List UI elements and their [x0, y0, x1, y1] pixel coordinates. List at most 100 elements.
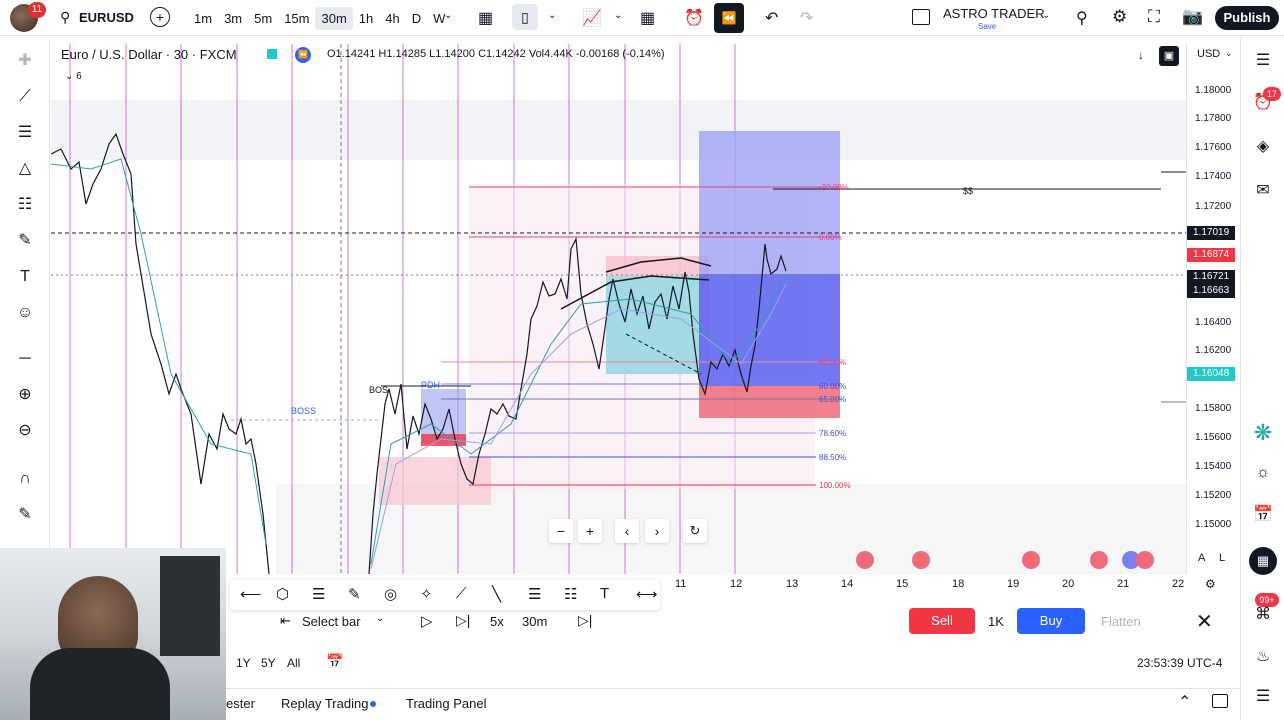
highlighter-icon[interactable]: ✎ — [348, 585, 361, 603]
interval-D[interactable]: D — [406, 11, 427, 26]
search-icon[interactable]: ⚲ — [60, 9, 70, 26]
quick-search-icon[interactable]: ⚲ — [1076, 8, 1088, 28]
interval-dropdown-icon[interactable]: ⌄ — [444, 10, 452, 21]
zoom-in-button[interactable]: + — [578, 519, 602, 543]
select-bar-icon[interactable]: ⇤ — [280, 613, 291, 629]
layout-dropdown-icon[interactable]: ⌄ — [1042, 10, 1050, 21]
interval-5m[interactable]: 5m — [248, 11, 278, 26]
chart-canvas[interactable]: BOSS BOS PDH $$ -20.00% 0.00% 50.00% 60.… — [51, 44, 1186, 574]
maximize-icon[interactable]: ▣ — [1159, 46, 1179, 66]
ruler-icon[interactable]: ─ — [13, 347, 37, 371]
select-bar-dropdown-icon[interactable]: ⌄ — [376, 613, 384, 624]
templates-icon[interactable]: ▦ — [640, 8, 655, 28]
jump-to-realtime-icon[interactable]: ▷| — [578, 612, 592, 629]
interval-3m[interactable]: 3m — [218, 11, 248, 26]
help-icon[interactable]: ☰ — [1251, 685, 1275, 709]
interval-1m[interactable]: 1m — [188, 11, 218, 26]
ideas-icon[interactable]: ☼ — [1251, 461, 1275, 485]
layout-icon[interactable] — [912, 9, 930, 25]
zoom-out-icon[interactable]: ⊖ — [13, 419, 37, 443]
chart-type-dropdown-icon[interactable]: ⌄ — [548, 10, 556, 21]
replay-icon[interactable]: ⏪ — [714, 3, 744, 33]
interval-15m[interactable]: 15m — [278, 11, 315, 26]
node-tool-icon[interactable]: ✧ — [420, 585, 433, 603]
fib-tool-icon[interactable]: ☰ — [528, 585, 541, 603]
watchlist-icon[interactable]: ☰ — [1251, 49, 1275, 73]
indicators-toggle[interactable]: ⌄ 6 — [65, 71, 82, 82]
candles-icon[interactable]: ▯ — [512, 4, 538, 30]
channel-tool-icon[interactable]: ☰ — [312, 585, 325, 603]
select-bar-button[interactable]: Select bar — [302, 614, 361, 629]
signal-icon[interactable]: ⌘ — [1251, 603, 1275, 627]
currency-label[interactable]: USD — [1197, 48, 1220, 60]
tab-strategy-tester[interactable]: ester — [226, 696, 255, 711]
magnet-icon[interactable]: ∩ — [13, 467, 37, 491]
price-scale[interactable]: USD ⌄ 1.18000 1.17800 1.17600 1.17400 1.… — [1186, 44, 1240, 574]
range-1y[interactable]: 1Y — [236, 656, 251, 670]
publish-button[interactable]: Publish — [1215, 6, 1279, 30]
replay-interval[interactable]: 30m — [522, 614, 547, 629]
range-all[interactable]: All — [287, 656, 300, 670]
fib-retracement-icon[interactable]: ☰ — [13, 121, 37, 145]
chart-pane[interactable]: BOSS BOS PDH $$ -20.00% 0.00% 50.00% 60.… — [51, 44, 1186, 574]
tab-replay-trading[interactable]: Replay Trading — [281, 696, 368, 711]
layers-icon[interactable]: ◈ — [1251, 135, 1275, 159]
sell-button[interactable]: Sell — [909, 608, 975, 634]
apps-icon[interactable]: ▦ — [1249, 547, 1277, 575]
zoom-out-button[interactable]: − — [549, 519, 573, 543]
add-symbol-icon[interactable]: + — [150, 7, 170, 27]
interval-30m[interactable]: 30m — [315, 6, 353, 30]
zoom-in-icon[interactable]: ⊕ — [13, 383, 37, 407]
go-to-date-icon[interactable]: 📅 — [326, 653, 343, 670]
levels-tool-icon[interactable]: ☷ — [564, 585, 577, 603]
layout-name[interactable]: ASTRO TRADER — [943, 6, 1045, 21]
reset-chart-button[interactable]: ↻ — [683, 519, 707, 543]
bar-style-icon[interactable]: ▦ — [478, 8, 493, 28]
scroll-to-latest-icon[interactable]: ↓ — [1138, 48, 1144, 62]
fullscreen-icon[interactable]: ⛶ — [1148, 7, 1160, 27]
crosshair-icon[interactable]: ✚ — [13, 49, 37, 73]
trend-line-icon[interactable]: ⟋ — [13, 85, 37, 109]
log-scale-toggle[interactable]: L — [1219, 552, 1225, 564]
indicators-icon[interactable]: 📈 — [582, 8, 602, 28]
interval-1h[interactable]: 1h — [353, 11, 379, 26]
step-forward-icon[interactable]: ▷| — [456, 612, 470, 629]
stay-in-drawing-icon[interactable]: ✎ — [13, 503, 37, 527]
line-tool-icon[interactable]: ⟵ — [240, 585, 262, 603]
target-icon[interactable]: ◎ — [384, 585, 397, 603]
emoji-icon[interactable]: ☺ — [13, 301, 37, 325]
clock[interactable]: 23:53:39 UTC-4 — [1137, 656, 1222, 670]
quantity-field[interactable]: 1K — [988, 614, 1004, 629]
pen-tool-icon[interactable]: ╲ — [492, 585, 501, 603]
calendar-icon[interactable]: 📅 — [1251, 503, 1275, 527]
text-icon[interactable]: T — [13, 265, 37, 289]
shape-tool-icon[interactable]: ⬡ — [276, 585, 289, 603]
snapshot-icon[interactable]: 📷 — [1182, 7, 1203, 27]
time-scale-settings-icon[interactable]: ⚙ — [1205, 577, 1216, 591]
text-tool-icon[interactable]: T — [600, 585, 609, 602]
assistant-icon[interactable]: ❋ — [1247, 417, 1279, 449]
notifications-icon[interactable]: ♨ — [1251, 645, 1275, 669]
chart-legend-title[interactable]: Euro / U.S. Dollar · 30 · FXCM — [61, 47, 237, 62]
replay-speed[interactable]: 5x — [490, 614, 504, 629]
chat-icon[interactable]: ✉ — [1251, 179, 1275, 203]
play-icon[interactable]: ▷ — [421, 612, 433, 630]
undo-icon[interactable]: ↶ — [765, 8, 778, 28]
symbol-search[interactable]: EURUSD — [79, 10, 134, 25]
tab-trading-panel[interactable]: Trading Panel — [406, 696, 486, 711]
range-5y[interactable]: 5Y — [261, 656, 276, 670]
interval-4h[interactable]: 4h — [379, 11, 405, 26]
alert-icon[interactable]: ⏰ — [684, 8, 704, 28]
redo-icon[interactable]: ↷ — [800, 8, 813, 28]
ray-tool-icon[interactable]: ⟋ — [456, 585, 467, 602]
scroll-left-button[interactable]: ‹ — [615, 519, 639, 543]
measure-tool-icon[interactable]: ⟷ — [636, 585, 658, 603]
maximize-panel-icon[interactable] — [1212, 694, 1228, 708]
settings-icon[interactable]: ⚙ — [1112, 7, 1127, 27]
collapse-panel-icon[interactable]: ⌃ — [1178, 692, 1191, 712]
flatten-button[interactable]: Flatten — [1101, 614, 1141, 629]
prediction-icon[interactable]: ☷ — [13, 193, 37, 217]
replay-status-icon[interactable]: ⏪ — [295, 47, 311, 63]
pattern-icon[interactable]: △ — [13, 157, 37, 181]
brush-icon[interactable]: ✎ — [13, 229, 37, 253]
